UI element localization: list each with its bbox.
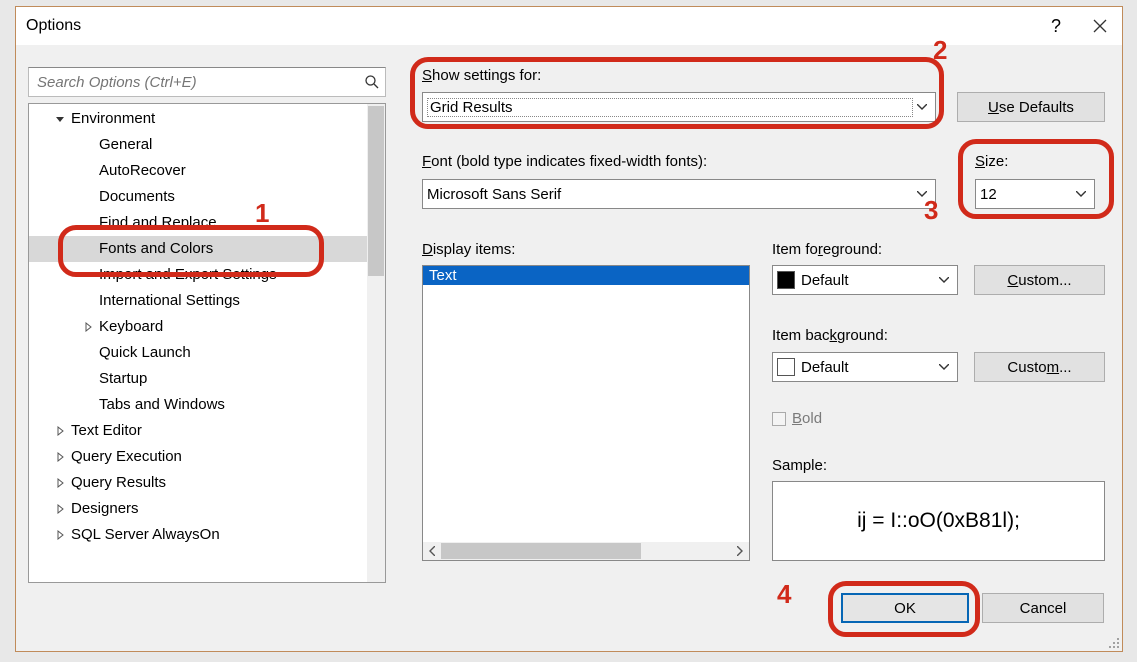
custom-foreground-button[interactable]: Custom...Custom... [974, 265, 1105, 295]
label-size: Size:Size: [975, 153, 1008, 170]
tree-item-label: Query Execution [71, 444, 182, 470]
label-item-foreground: Item foreground:Item foreground: [772, 241, 882, 258]
close-button[interactable] [1078, 7, 1122, 45]
show-settings-for-value: Grid Results [427, 98, 913, 117]
tree-item-label: Query Results [71, 470, 166, 496]
options-tree[interactable]: EnvironmentGeneralAutoRecoverDocumentsFi… [28, 103, 386, 583]
chevron-left-icon[interactable] [423, 542, 441, 560]
tree-item-label: Fonts and Colors [99, 236, 213, 262]
tree-item[interactable]: SQL Server AlwaysOn [29, 522, 367, 548]
tree-item-label: Import and Export Settings [99, 262, 277, 288]
tree-item[interactable]: Documents [29, 184, 367, 210]
tree-collapsed-icon[interactable] [53, 502, 67, 516]
tree-item[interactable]: Text Editor [29, 418, 367, 444]
tree-scrollbar[interactable] [367, 104, 385, 582]
tree-item[interactable]: Designers [29, 496, 367, 522]
titlebar: Options ? [16, 7, 1122, 45]
display-item[interactable]: Text [423, 266, 749, 285]
checkbox-icon [772, 412, 786, 426]
size-value: 12 [980, 186, 1072, 203]
tree-collapsed-icon[interactable] [53, 476, 67, 490]
tree-item-label: Designers [71, 496, 139, 522]
tree-item[interactable]: Import and Export Settings [29, 262, 367, 288]
hscroll-thumb[interactable] [441, 543, 641, 559]
show-settings-for-combo[interactable]: Grid Results [422, 92, 936, 122]
item-background-value: Default [801, 359, 935, 376]
tree-item-label: Tabs and Windows [99, 392, 225, 418]
tree-item-label: SQL Server AlwaysOn [71, 522, 220, 548]
help-button[interactable]: ? [1034, 7, 1078, 45]
item-foreground-combo[interactable]: Default [772, 265, 958, 295]
chevron-right-icon[interactable] [731, 542, 749, 560]
tree-item[interactable]: Tabs and Windows [29, 392, 367, 418]
tree-item-label: Find and Replace [99, 210, 217, 236]
cancel-button[interactable]: Cancel [982, 593, 1104, 623]
tree-item[interactable]: International Settings [29, 288, 367, 314]
tree-item-label: Environment [71, 106, 155, 132]
chevron-down-icon[interactable] [1072, 184, 1090, 204]
tree-item[interactable]: Fonts and Colors [29, 236, 367, 262]
color-swatch [777, 271, 795, 289]
search-options-field[interactable] [28, 67, 386, 97]
close-icon [1093, 19, 1107, 33]
bold-checkbox: Bold Bold [772, 410, 822, 427]
custom-background-button[interactable]: Custom...Custom... [974, 352, 1105, 382]
tree-item[interactable]: Find and Replace [29, 210, 367, 236]
size-combo[interactable]: 12 [975, 179, 1095, 209]
tree-item-label: Documents [99, 184, 175, 210]
label-show-settings-for: SShow settings for:how settings for: [422, 67, 541, 84]
tree-item[interactable]: Keyboard [29, 314, 367, 340]
tree-item-label: International Settings [99, 288, 240, 314]
label-sample: Sample: [772, 457, 827, 474]
tree-expanded-icon[interactable] [53, 112, 67, 126]
label-display-items: Display items:Display items: [422, 241, 515, 258]
chevron-down-icon[interactable] [935, 357, 953, 377]
use-defaults-button[interactable]: Use DefaultsUse Defaults [957, 92, 1105, 122]
resize-grip-icon[interactable] [1106, 635, 1120, 649]
tree-collapsed-icon[interactable] [53, 528, 67, 542]
sample-text: ij = I::oO(0xB81l); [857, 509, 1020, 533]
window-title: Options [26, 17, 81, 35]
tree-collapsed-icon[interactable] [81, 320, 95, 334]
label-item-background: Item background:Item background: [772, 327, 888, 344]
tree-item-label: Quick Launch [99, 340, 191, 366]
tree-item[interactable]: Query Results [29, 470, 367, 496]
search-input[interactable] [29, 72, 359, 93]
chevron-down-icon[interactable] [913, 97, 931, 117]
search-icon [359, 69, 385, 95]
item-foreground-value: Default [801, 272, 935, 289]
display-items-listbox[interactable]: Text [422, 265, 750, 561]
ok-button[interactable]: OK [841, 593, 969, 623]
tree-item[interactable]: Query Execution [29, 444, 367, 470]
tree-item[interactable]: Startup [29, 366, 367, 392]
color-swatch [777, 358, 795, 376]
tree-item[interactable]: General [29, 132, 367, 158]
tree-item[interactable]: Quick Launch [29, 340, 367, 366]
chevron-down-icon[interactable] [913, 184, 931, 204]
options-dialog: Options ? EnvironmentGeneralAutoRecoverD… [15, 6, 1123, 652]
font-combo[interactable]: Microsoft Sans Serif [422, 179, 936, 209]
tree-item-label: Keyboard [99, 314, 163, 340]
tree-item-label: Startup [99, 366, 147, 392]
sample-preview: ij = I::oO(0xB81l); [772, 481, 1105, 561]
tree-item[interactable]: Environment [29, 106, 367, 132]
annotation-number-4: 4 [777, 579, 791, 610]
tree-item[interactable]: AutoRecover [29, 158, 367, 184]
tree-item-label: Text Editor [71, 418, 142, 444]
tree-item-label: General [99, 132, 152, 158]
bold-label: Bold [792, 410, 822, 427]
chevron-down-icon[interactable] [935, 270, 953, 290]
item-background-combo[interactable]: Default [772, 352, 958, 382]
tree-collapsed-icon[interactable] [53, 424, 67, 438]
display-items-hscroll[interactable] [423, 542, 749, 560]
tree-item-label: AutoRecover [99, 158, 186, 184]
scrollbar-thumb[interactable] [368, 106, 384, 276]
label-font: Font (bold type indicates fixed-width fo… [422, 153, 707, 170]
tree-collapsed-icon[interactable] [53, 450, 67, 464]
font-value: Microsoft Sans Serif [427, 186, 913, 203]
